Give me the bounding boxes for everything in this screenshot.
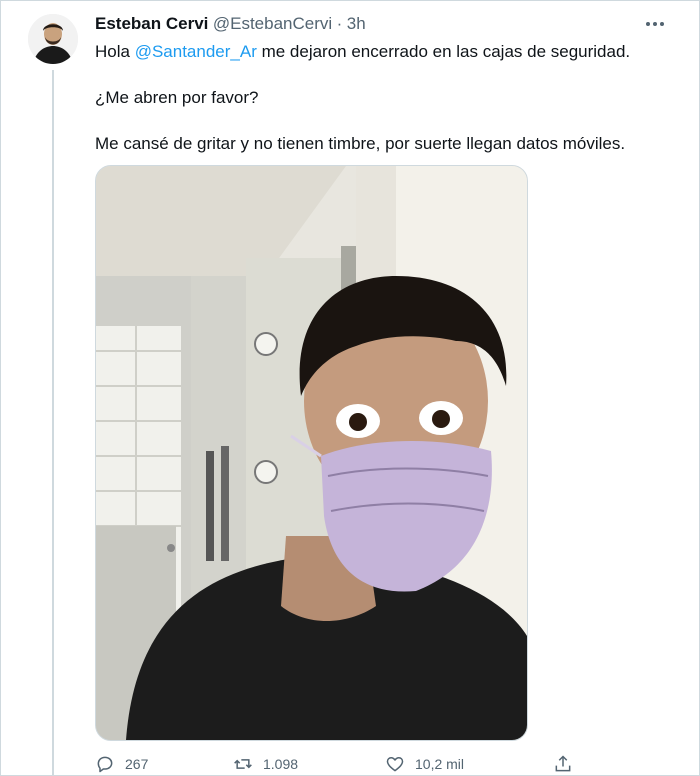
timestamp[interactable]: 3h xyxy=(347,14,366,33)
author-handle[interactable]: @EstebanCervi xyxy=(213,14,332,33)
tweet-text-prefix: Hola xyxy=(95,42,135,61)
more-icon[interactable] xyxy=(640,12,670,36)
reply-count: 267 xyxy=(125,756,149,772)
tweet-text-suffix: me dejaron encerrado en las cajas de seg… xyxy=(256,42,631,61)
reply-button[interactable]: 267 xyxy=(95,752,148,776)
retweet-count: 1.098 xyxy=(263,756,299,772)
thread-line xyxy=(52,70,54,776)
tweet-paragraph-3: Me cansé de gritar y no tienen timbre, p… xyxy=(95,134,626,153)
author-name[interactable]: Esteban Cervi xyxy=(95,14,208,33)
like-count: 10,2 mil xyxy=(415,756,465,772)
share-icon xyxy=(555,755,571,772)
tweet-paragraph-1: Hola @Santander_Ar me dejaron encerrado … xyxy=(95,40,675,63)
share-button[interactable] xyxy=(553,752,573,776)
tweet-actions: 267 1.098 10,2 mil xyxy=(95,752,585,776)
reply-icon xyxy=(97,756,113,773)
like-button[interactable]: 10,2 mil xyxy=(385,752,464,776)
separator-dot: · xyxy=(336,14,343,33)
mention-link[interactable]: @Santander_Ar xyxy=(135,42,257,61)
tweet-photo[interactable] xyxy=(95,165,528,741)
tweet-header: Esteban Cervi @EstebanCervi · 3h xyxy=(95,14,680,38)
heart-icon xyxy=(386,757,404,772)
avatar[interactable] xyxy=(28,14,78,64)
tweet-text: Hola @Santander_Ar me dejaron encerrado … xyxy=(95,40,675,155)
retweet-icon xyxy=(234,759,252,769)
retweet-button[interactable]: 1.098 xyxy=(233,752,298,776)
tweet-paragraph-2: ¿Me abren por favor? xyxy=(95,88,259,107)
